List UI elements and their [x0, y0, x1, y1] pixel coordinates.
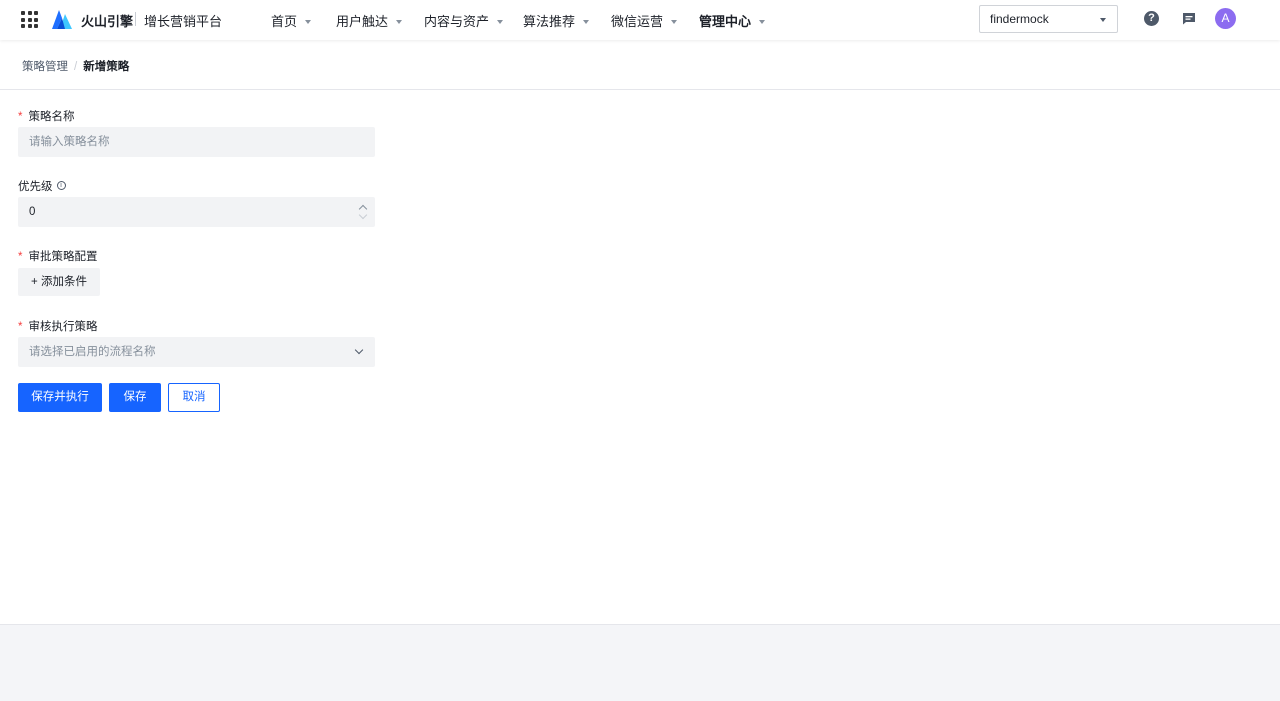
- breadcrumb-parent[interactable]: 策略管理: [22, 61, 68, 73]
- chevron-down-icon: [396, 19, 403, 24]
- execution-strategy-label: * 审核执行策略: [18, 321, 98, 333]
- strategy-name-placeholder: 请输入策略名称: [29, 136, 110, 148]
- save-and-execute-button[interactable]: 保存并执行: [18, 383, 102, 412]
- nav-content-assets[interactable]: 内容与资产: [424, 11, 504, 30]
- breadcrumb-current: 新增策略: [83, 61, 130, 73]
- nav-user-reach[interactable]: 用户触达: [336, 11, 403, 30]
- priority-value: 0: [29, 206, 36, 218]
- nav-algorithm[interactable]: 算法推荐: [523, 11, 590, 30]
- required-mark: *: [18, 251, 23, 263]
- stepper-down-icon[interactable]: [358, 210, 368, 220]
- priority-label: 优先级 i: [18, 178, 66, 194]
- top-navbar: 火山引擎 增长营销平台 首页 用户触达 内容与资产 算法推荐 微信运营 管理中心…: [0, 0, 1280, 40]
- platform-name: 增长营销平台: [144, 14, 223, 29]
- message-icon[interactable]: [1182, 12, 1196, 25]
- caret-down-icon: [1100, 18, 1106, 22]
- nav-management-center[interactable]: 管理中心: [699, 11, 766, 30]
- chevron-down-icon: [671, 19, 678, 24]
- chevron-down-icon: [305, 19, 312, 24]
- volcengine-logo-icon: [52, 10, 72, 29]
- project-select-value: findermock: [990, 12, 1049, 26]
- avatar[interactable]: A: [1215, 8, 1236, 29]
- nav-home[interactable]: 首页: [271, 11, 312, 30]
- help-icon[interactable]: ?: [1144, 11, 1159, 26]
- main-content: 策略管理 / 新增策略 * 策略名称 请输入策略名称 优先级 i 0 * 审批策略配置 +…: [0, 40, 1280, 625]
- execution-strategy-placeholder: 请选择已启用的流程名称: [29, 346, 156, 358]
- brand-divider: [135, 12, 136, 26]
- chevron-down-icon: [759, 19, 766, 24]
- project-select[interactable]: findermock: [979, 5, 1118, 33]
- required-mark: *: [18, 111, 23, 123]
- execution-strategy-select[interactable]: 请选择已启用的流程名称: [18, 337, 375, 367]
- approval-config-label: * 审批策略配置: [18, 251, 98, 263]
- save-button[interactable]: 保存: [109, 383, 161, 412]
- nav-wechat[interactable]: 微信运营: [611, 11, 678, 30]
- chevron-down-icon: [497, 19, 504, 24]
- strategy-name-input[interactable]: 请输入策略名称: [18, 127, 375, 157]
- cancel-button[interactable]: 取消: [168, 383, 220, 412]
- number-stepper[interactable]: [358, 201, 369, 223]
- chevron-down-icon: [354, 345, 364, 355]
- add-condition-button[interactable]: + 添加条件: [18, 268, 100, 296]
- info-icon[interactable]: i: [56, 181, 66, 191]
- strategy-name-label: * 策略名称: [18, 111, 75, 123]
- breadcrumb-separator: /: [74, 61, 78, 73]
- breadcrumb: 策略管理 / 新增策略: [22, 58, 129, 74]
- priority-input[interactable]: 0: [18, 197, 375, 227]
- chevron-down-icon: [583, 19, 590, 24]
- app-grid-icon[interactable]: [21, 11, 38, 28]
- header-divider: [0, 89, 1280, 90]
- brand-name: 火山引擎: [81, 14, 134, 29]
- required-mark: *: [18, 321, 23, 333]
